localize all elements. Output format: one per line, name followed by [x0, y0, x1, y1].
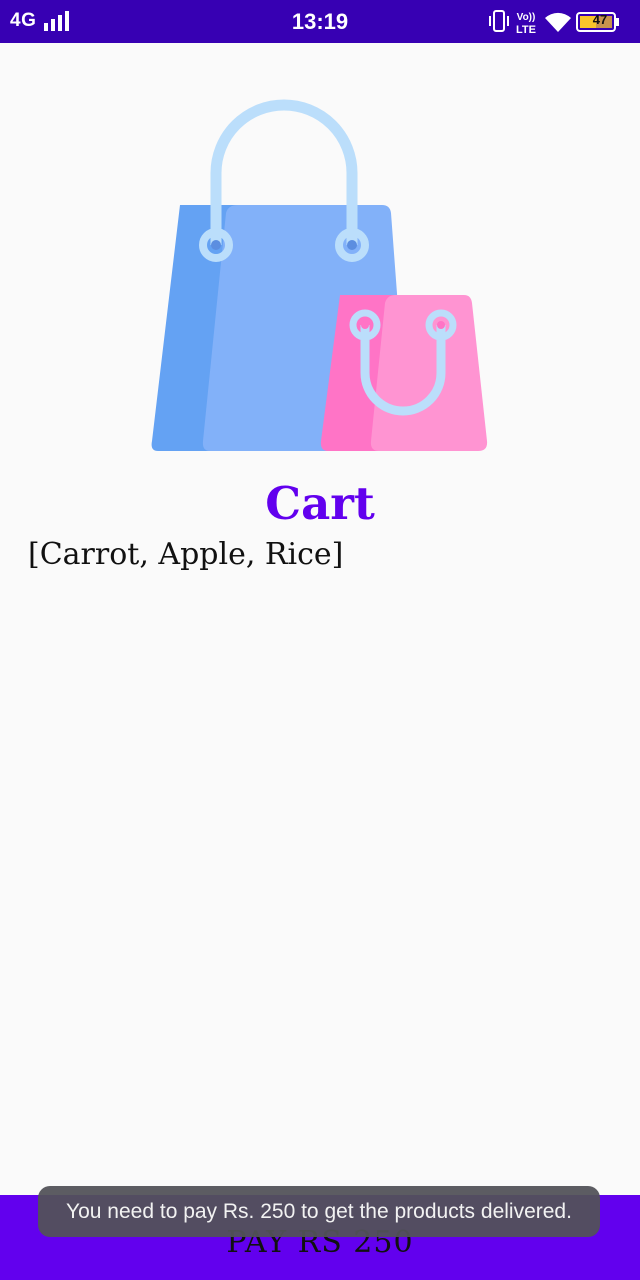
volte-icon: Vo)) LTE [516, 12, 536, 35]
shopping-bags-icon [151, 99, 488, 451]
cart-items-list: [Carrot, Apple, Rice] [28, 537, 344, 572]
toast-text: You need to pay Rs. 250 to get the produ… [66, 1199, 572, 1223]
vibrate-icon [489, 10, 509, 32]
status-bar: 4G 13:19 Vo)) LTE 47 [0, 0, 640, 43]
toast-message: You need to pay Rs. 250 to get the produ… [38, 1186, 600, 1237]
page-title: Cart [265, 477, 375, 530]
wifi-icon [545, 12, 571, 32]
volte-top-label: Vo)) [517, 12, 536, 23]
volte-bottom-label: LTE [516, 24, 536, 35]
battery-level: 47 [592, 12, 608, 27]
